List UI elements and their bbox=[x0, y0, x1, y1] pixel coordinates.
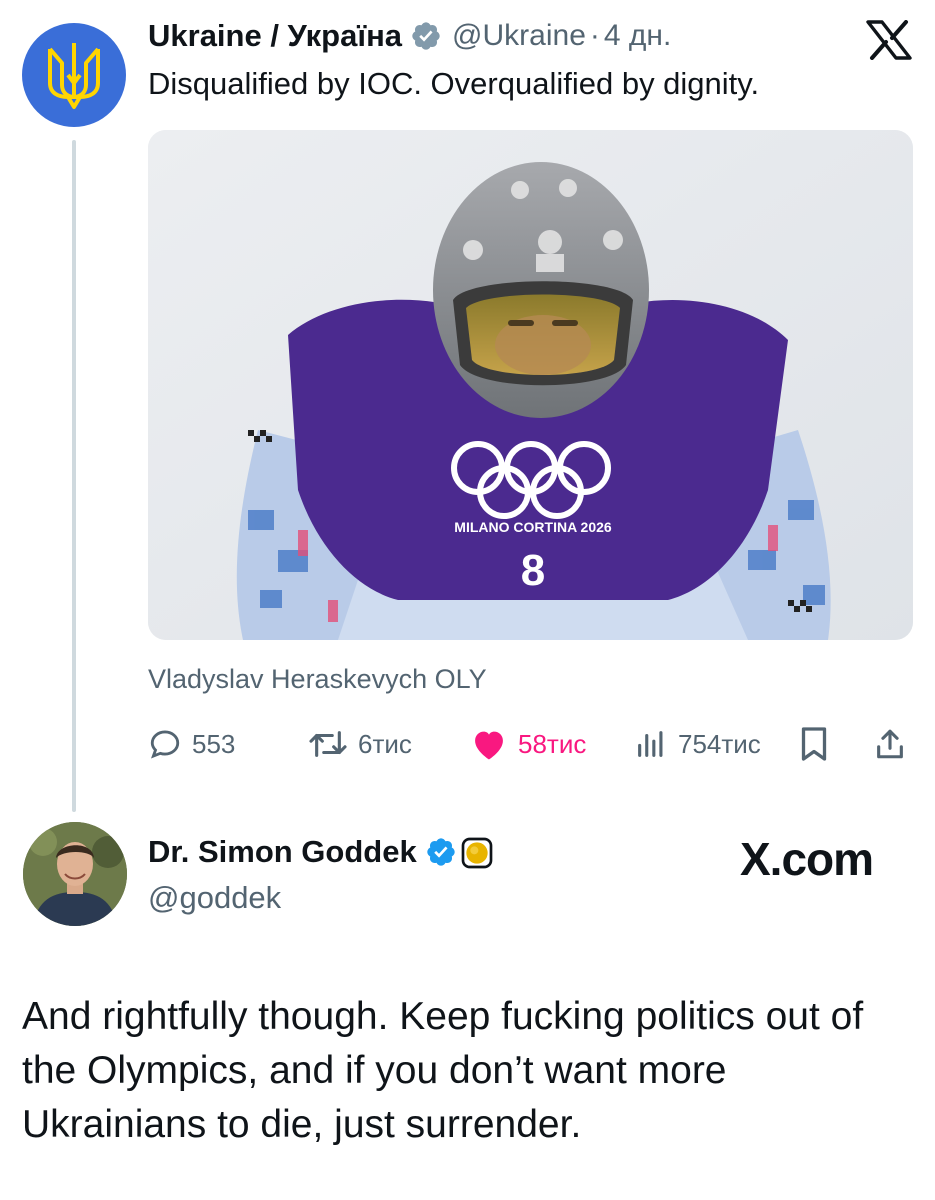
repost-count: 6тис bbox=[358, 728, 412, 759]
quoted-tweet-header: Ukraine / Україна @Ukraine · 4 дн. bbox=[148, 18, 671, 54]
repost-button[interactable]: 6тис bbox=[308, 722, 412, 766]
reply-tweet-text: And rightfully though. Keep fucking poli… bbox=[22, 995, 864, 1146]
thread-connector-line bbox=[72, 140, 76, 812]
verified-badge-icon bbox=[425, 836, 457, 868]
bookmark-icon bbox=[801, 727, 827, 761]
x-logo-icon[interactable] bbox=[866, 20, 912, 60]
quoted-handle[interactable]: @Ukraine bbox=[452, 19, 586, 53]
views-count: 754тис bbox=[678, 728, 761, 759]
gold-badge-icon bbox=[461, 836, 493, 869]
reply-count: 553 bbox=[192, 728, 236, 759]
ukraine-avatar[interactable] bbox=[22, 23, 126, 127]
like-count: 58тис bbox=[518, 728, 587, 759]
quoted-timestamp[interactable]: 4 дн. bbox=[604, 19, 671, 53]
goddek-avatar[interactable] bbox=[23, 822, 127, 926]
quoted-display-name[interactable]: Ukraine / Україна bbox=[148, 18, 402, 54]
separator-dot: · bbox=[589, 19, 600, 52]
xcom-watermark: X.com bbox=[740, 833, 874, 885]
media-caption[interactable]: Vladyslav Heraskevych OLY bbox=[148, 664, 487, 695]
like-button[interactable]: 58тис bbox=[470, 722, 586, 766]
bib-number: 8 bbox=[521, 546, 545, 595]
reply-icon bbox=[150, 730, 180, 759]
views-icon bbox=[638, 731, 663, 757]
ukraine-trident-icon bbox=[48, 43, 100, 109]
verified-badge-icon bbox=[410, 20, 442, 52]
bookmark-button[interactable] bbox=[798, 722, 830, 766]
share-icon bbox=[877, 729, 903, 759]
heart-icon bbox=[475, 731, 503, 760]
quoted-tweet-text: Disqualified by IOC. Overqualified by di… bbox=[148, 66, 760, 101]
share-button[interactable] bbox=[873, 722, 907, 766]
games-label: MILANO CORTINA 2026 bbox=[454, 519, 612, 535]
reply-display-name[interactable]: Dr. Simon Goddek bbox=[148, 834, 417, 870]
views-button[interactable]: 754тис bbox=[634, 722, 761, 766]
reply-button[interactable]: 553 bbox=[148, 722, 235, 766]
reply-header: Dr. Simon Goddek bbox=[148, 834, 493, 870]
tweet-action-bar: 553 6тис 58тис 754тис bbox=[148, 722, 913, 766]
tweet-photo[interactable]: MILANO CORTINA 2026 8 bbox=[148, 130, 913, 640]
repost-icon bbox=[309, 731, 347, 757]
reply-handle[interactable]: @goddek bbox=[148, 880, 281, 916]
